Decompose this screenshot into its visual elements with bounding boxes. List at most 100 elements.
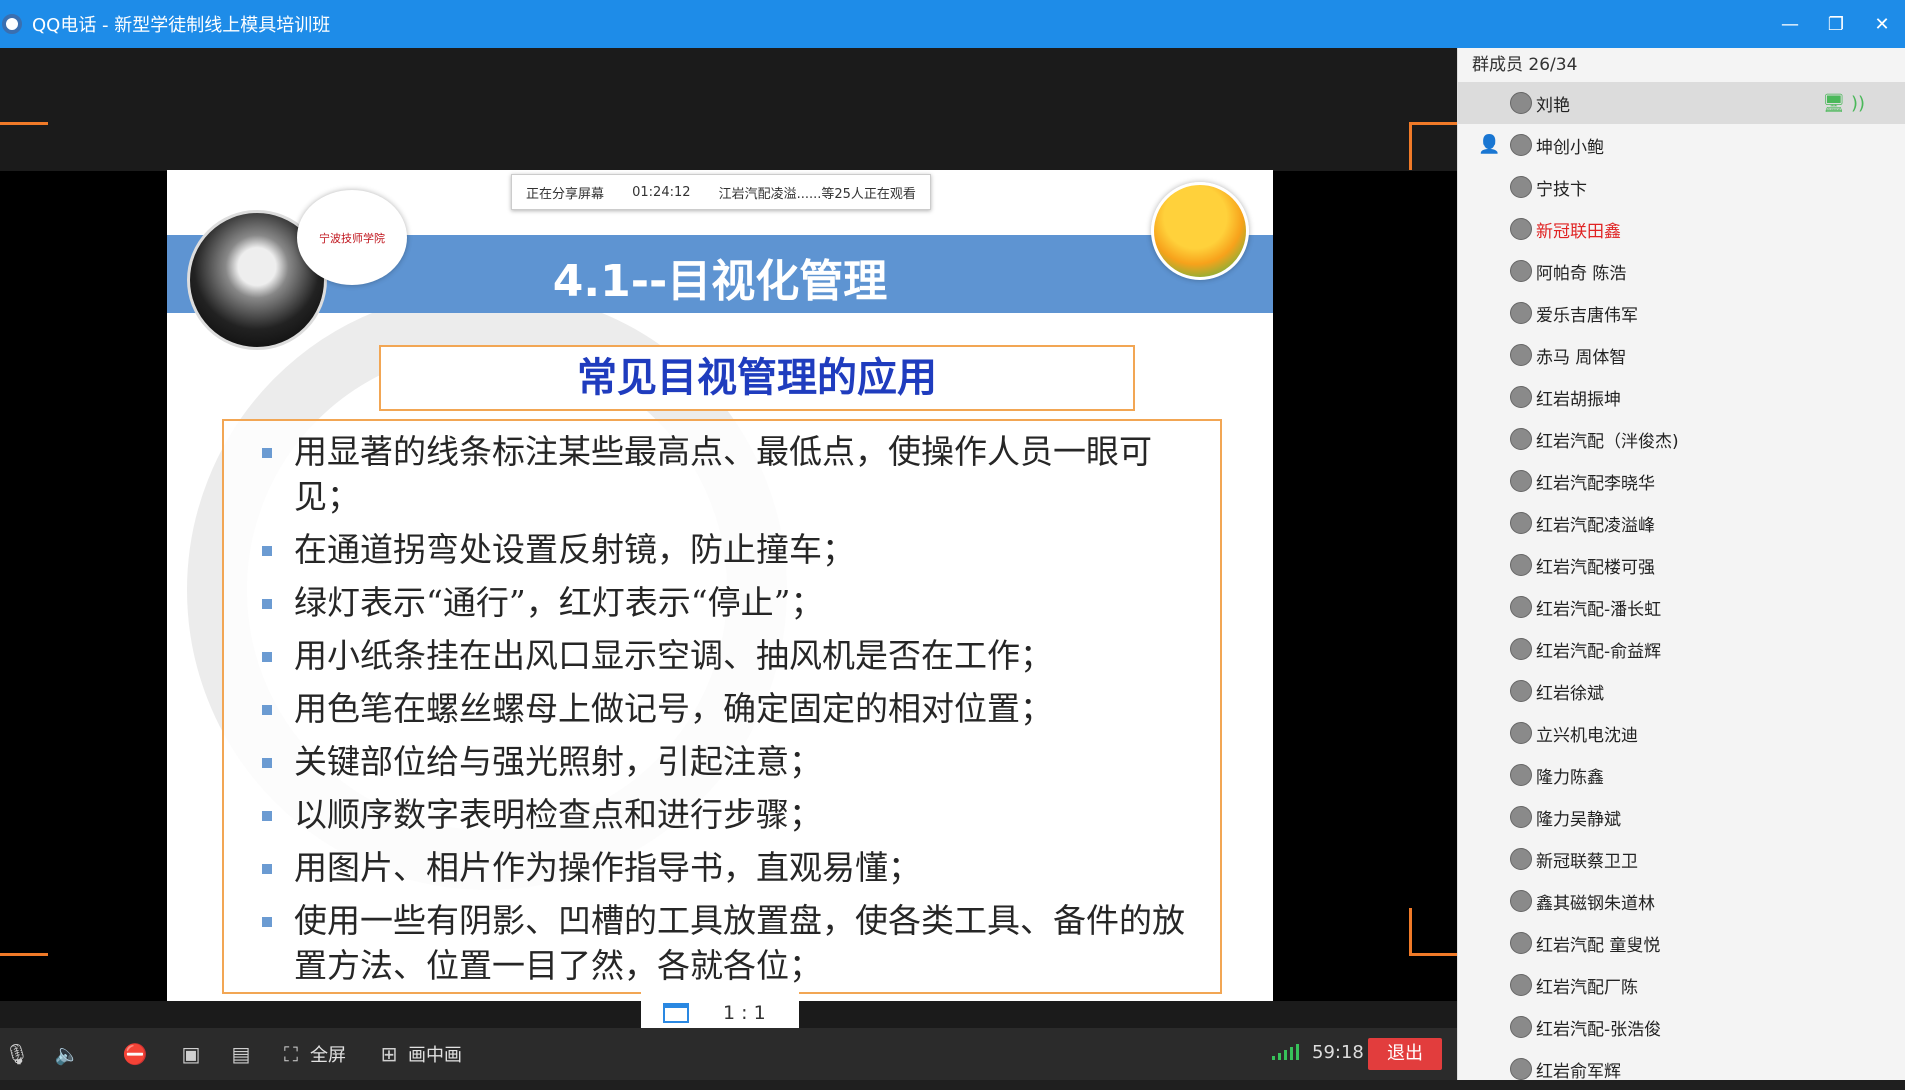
camera-button[interactable]: ⛔ [122,1042,148,1066]
member-row[interactable]: 红岩汽配-俞益辉 [1458,628,1905,670]
member-name: 红岩胡振坤 [1536,389,1621,410]
bullet-item: 以顺序数字表明检查点和进行步骤； [262,792,1214,837]
member-row[interactable]: 红岩汽配厂陈 [1458,964,1905,1006]
member-row[interactable]: 红岩汽配楼可强 [1458,544,1905,586]
avatar [1510,470,1532,492]
member-name: 新冠联蔡卫卫 [1536,851,1638,872]
member-name: 赤马 周体智 [1536,347,1627,368]
title-bar: QQ电话 - 新型学徒制线上模具培训班 — ❐ ✕ [0,0,1905,48]
avatar [1510,260,1532,282]
member-name: 红岩汽配李晓华 [1536,473,1655,494]
member-name: 鑫其磁钢朱道林 [1536,893,1655,914]
window-title: QQ电话 - 新型学徒制线上模具培训班 [32,15,331,36]
speaker-button[interactable]: 🔈 [54,1042,80,1066]
call-timer: 59:18 [1312,1042,1364,1063]
member-row[interactable]: 新冠联蔡卫卫 [1458,838,1905,880]
avatar [1510,806,1532,828]
bullet-item: 绿灯表示“通行”，红灯表示“停止”； [262,580,1214,625]
member-row[interactable]: 隆力陈鑫 [1458,754,1905,796]
member-name: 宁技卞 [1536,179,1587,200]
avatar [1510,386,1532,408]
host-icon: 👤 [1478,134,1501,155]
bullet-item: 用显著的线条标注某些最高点、最低点，使操作人员一眼可见； [262,429,1214,519]
member-row[interactable]: 红岩汽配-张浩俊 [1458,1006,1905,1048]
avatar [1510,596,1532,618]
presentation-slide: 4.1--目视化管理 宁波技师学院 正在分享屏幕 01:24:12 江岩汽配凌溢… [167,170,1273,1001]
pip-icon: ⊞ [380,1042,398,1066]
member-row[interactable]: 立兴机电沈迪 [1458,712,1905,754]
bullet-item: 用小纸条挂在出风口显示空调、抽风机是否在工作； [262,633,1214,678]
video-stage: 4.1--目视化管理 宁波技师学院 正在分享屏幕 01:24:12 江岩汽配凌溢… [0,48,1457,1040]
close-button[interactable]: ✕ [1859,0,1905,48]
microphone-icon: 🎙 [4,1042,30,1066]
avatar [1510,554,1532,576]
member-count: 群成员 26/34 [1472,55,1578,75]
window-icon [663,1003,689,1023]
share-screen-button[interactable]: ▣ [178,1042,204,1066]
avatar [1510,974,1532,996]
camera-off-icon: ⛔ [122,1042,148,1066]
presentation-icon: ▤ [231,1042,251,1066]
member-name: 坤创小鲍 [1536,137,1604,158]
member-name: 刘艳 [1536,95,1570,116]
frame-corner-bottom-left [0,908,48,956]
bullet-item: 用图片、相片作为操作指导书，直观易懂； [262,845,1214,890]
member-name: 隆力吴静斌 [1536,809,1621,830]
exit-button[interactable]: 退出 [1368,1038,1442,1070]
member-name: 红岩汽配凌溢峰 [1536,515,1655,536]
member-name: 红岩汽配厂陈 [1536,977,1638,998]
call-controls-bar: 🎙 🔈 ⛔ ▣ ▤ ⛶ 全屏 ⊞ 画中画 59:18 退出 [0,1028,1457,1080]
member-row[interactable]: 宁技卞 [1458,166,1905,208]
screen-share-status-bar: 正在分享屏幕 01:24:12 江岩汽配凌溢......等25人正在观看 [511,174,931,210]
window-controls: — ❐ ✕ [1767,0,1905,48]
avatar [1510,344,1532,366]
member-row[interactable]: 爱乐吉唐伟军 [1458,292,1905,334]
avatar [1510,638,1532,660]
avatar [1510,932,1532,954]
member-row[interactable]: 刘艳 🖥 )) [1458,82,1905,124]
share-screen-icon: ▣ [181,1042,201,1066]
pip-label: 画中画 [408,1045,462,1066]
bullet-item: 使用一些有阴影、凹槽的工具放置盘，使各类工具、备件的放置方法、位置一目了然，各就… [262,898,1214,988]
member-row[interactable]: 新冠联田鑫 [1458,208,1905,250]
member-row[interactable]: 👤 坤创小鲍 [1458,124,1905,166]
avatar [1510,218,1532,240]
member-row[interactable]: 阿帕奇 陈浩 [1458,250,1905,292]
member-row[interactable]: 红岩汽配（泮俊杰) [1458,418,1905,460]
presentation-button[interactable]: ▤ [228,1042,254,1066]
member-name: 红岩俞军辉 [1536,1061,1621,1082]
slide-subtitle: 常见目视管理的应用 [379,345,1135,411]
member-name: 红岩汽配-俞益辉 [1536,641,1662,662]
speaker-icon: 🔈 [54,1042,80,1066]
minimize-button[interactable]: — [1767,0,1813,48]
member-row[interactable]: 红岩汽配-潘长虹 [1458,586,1905,628]
member-name: 阿帕奇 陈浩 [1536,263,1627,284]
avatar [1510,302,1532,324]
avatar [1510,134,1532,156]
avatar [1510,428,1532,450]
member-row[interactable]: 红岩徐斌 [1458,670,1905,712]
avatar [1510,680,1532,702]
member-row[interactable]: 鑫其磁钢朱道林 [1458,880,1905,922]
member-row[interactable]: 红岩汽配凌溢峰 [1458,502,1905,544]
member-row[interactable]: 红岩汽配李晓华 [1458,460,1905,502]
member-row[interactable]: 红岩俞军辉 [1458,1048,1905,1090]
fullscreen-button[interactable]: ⛶ 全屏 [278,1041,346,1067]
bullet-item: 用色笔在螺丝螺母上做记号，确定固定的相对位置； [262,686,1214,731]
member-row[interactable]: 赤马 周体智 [1458,334,1905,376]
avatar [1510,848,1532,870]
member-row[interactable]: 红岩汽配 童叟悦 [1458,922,1905,964]
picture-in-picture-button[interactable]: ⊞ 画中画 [376,1041,462,1067]
avatar [1510,764,1532,786]
microphone-button[interactable]: 🎙 [4,1042,30,1066]
share-viewers: 江岩汽配凌溢......等25人正在观看 [718,186,916,202]
member-name: 新冠联田鑫 [1536,221,1621,242]
member-row[interactable]: 隆力吴静斌 [1458,796,1905,838]
member-name: 红岩汽配-张浩俊 [1536,1019,1662,1040]
avatar [1510,1016,1532,1038]
share-status: 正在分享屏幕 [526,186,605,202]
member-row[interactable]: 红岩胡振坤 [1458,376,1905,418]
fullscreen-label: 全屏 [310,1045,346,1066]
tulip-image [1151,182,1249,280]
restore-button[interactable]: ❐ [1813,0,1859,48]
